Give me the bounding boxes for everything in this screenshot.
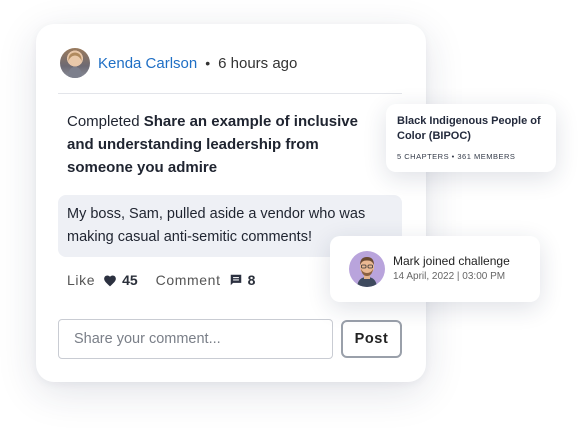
like-count: 45 (122, 272, 138, 288)
completed-text: Completed Share an example of inclusive … (67, 110, 387, 179)
group-title: Black Indigenous People of Color (BIPOC) (397, 115, 541, 142)
user-avatar (349, 251, 385, 287)
author-name-link[interactable]: Kenda Carlson (98, 55, 197, 72)
post-actions: Like 45 Comment 8 (67, 270, 255, 290)
group-meta: 5 CHAPTERS • 361 MEMBERS (397, 152, 516, 161)
comment-button[interactable]: Comment (156, 272, 221, 288)
comment-count: 8 (247, 272, 256, 288)
like-button[interactable]: Like (67, 272, 95, 288)
header-divider (58, 93, 402, 94)
post-button[interactable]: Post (341, 320, 402, 358)
heart-icon[interactable] (103, 274, 117, 287)
chat-icon[interactable] (229, 273, 243, 287)
group-card[interactable]: Black Indigenous People of Color (BIPOC)… (386, 104, 556, 172)
post-timestamp: 6 hours ago (218, 54, 298, 72)
post-card: Kenda Carlson • 6 hours ago Completed Sh… (36, 24, 426, 382)
join-notification-card[interactable]: Mark joined challenge 14 April, 2022 | 0… (330, 236, 540, 302)
post-header: Kenda Carlson • 6 hours ago (60, 48, 297, 78)
join-date: 14 April, 2022 | 03:00 PM (393, 271, 506, 282)
completed-prefix: Completed (67, 113, 140, 130)
author-avatar[interactable] (60, 48, 90, 78)
separator-dot: • (205, 55, 211, 71)
comment-input[interactable] (58, 319, 333, 359)
join-title: Mark joined challenge (393, 254, 510, 268)
